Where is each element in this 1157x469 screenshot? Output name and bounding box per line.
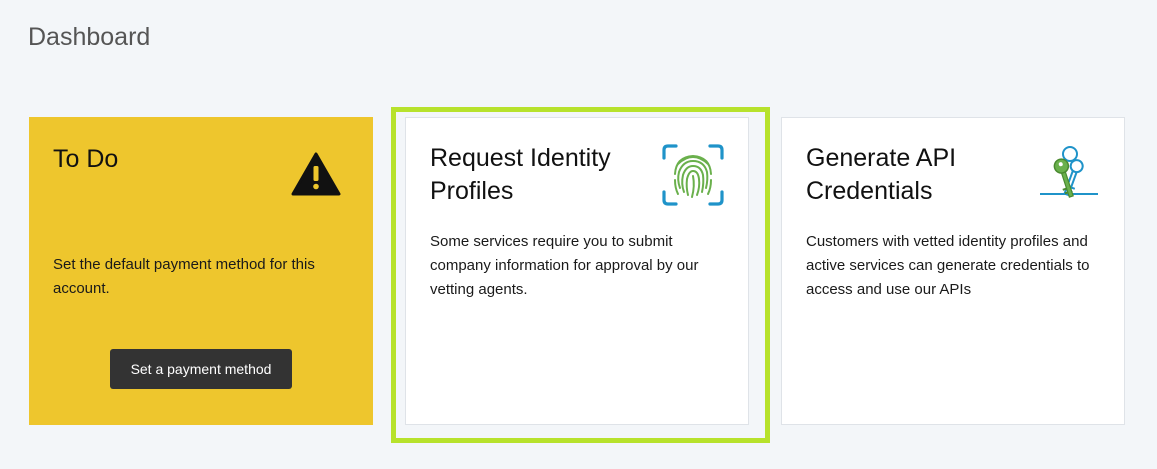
page-title: Dashboard bbox=[28, 23, 151, 51]
warning-icon bbox=[291, 152, 341, 196]
todo-card-title: To Do bbox=[53, 145, 119, 173]
todo-card: To Do Set the default payment method for… bbox=[29, 117, 373, 425]
fingerprint-icon bbox=[662, 144, 724, 206]
keys-icon bbox=[1040, 146, 1098, 198]
identity-card-text: Some services require you to submit comp… bbox=[430, 233, 699, 298]
api-card-title: Generate API Credentials bbox=[806, 144, 957, 205]
request-identity-profiles-card[interactable]: Request Identity Profiles Some services … bbox=[405, 117, 749, 425]
set-payment-method-button[interactable]: Set a payment method bbox=[110, 349, 292, 389]
todo-card-text: Set the default payment method for this … bbox=[53, 256, 315, 297]
api-card-text: Customers with vetted identity profiles … bbox=[806, 233, 1090, 298]
identity-card-title: Request Identity Profiles bbox=[430, 144, 611, 205]
generate-api-credentials-card[interactable]: Generate API Credentials Customers with … bbox=[781, 117, 1125, 425]
